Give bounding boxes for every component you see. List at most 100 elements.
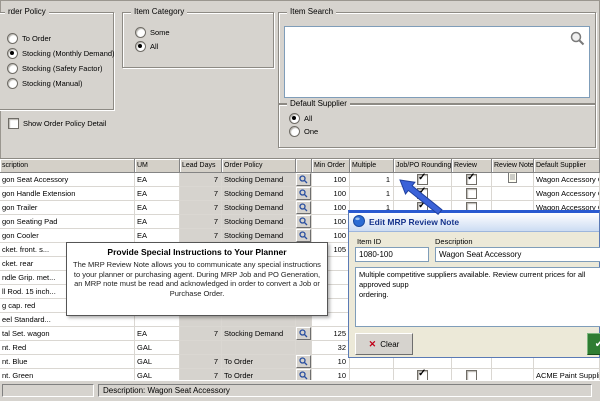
cell-description[interactable]: gon Seating Pad: [0, 215, 135, 228]
cell-lead-days[interactable]: 7: [180, 173, 222, 186]
table-row: gon Handle Extension EA 7 Stocking Demand 10…: [0, 187, 600, 201]
cell-description[interactable]: gon Cooler: [0, 229, 135, 242]
cell-review-note: [492, 173, 534, 186]
cell-order-policy[interactable]: Stocking Demand: [222, 327, 296, 340]
order-policy-radio[interactable]: [7, 33, 18, 44]
clear-button[interactable]: Clear: [355, 333, 413, 355]
review-note-textarea[interactable]: Multiple competitive suppliers available…: [355, 267, 600, 327]
cell-default-supplier[interactable]: Wagon Accessory Company: [534, 173, 600, 186]
cell-multiple[interactable]: 1: [350, 173, 394, 186]
cell-order-policy[interactable]: Stocking Demand: [222, 229, 296, 242]
item-search-input[interactable]: [284, 26, 590, 98]
cell-multiple[interactable]: 1: [350, 187, 394, 200]
dialog-title-text: Edit MRP Review Note: [369, 217, 460, 227]
default-supplier-option[interactable]: All: [289, 113, 312, 124]
cell-description[interactable]: gon Seat Accessory: [0, 173, 135, 186]
cell-um[interactable]: GAL: [135, 341, 180, 354]
item-category-option[interactable]: Some: [135, 27, 170, 38]
grid-header-row: scription UM Lead Days Order Policy Min Orde…: [0, 159, 600, 173]
show-order-policy-detail-row[interactable]: Show Order Policy Detail: [8, 118, 106, 129]
order-policy-radio[interactable]: [7, 63, 18, 74]
order-policy-option[interactable]: Stocking (Monthly Demand): [7, 48, 115, 59]
default-supplier-radio[interactable]: [289, 113, 300, 124]
order-policy-option[interactable]: Stocking (Manual): [7, 78, 82, 89]
order-policy-radio[interactable]: [7, 48, 18, 59]
item-category-radio[interactable]: [135, 41, 146, 52]
cell-lead-days[interactable]: 7: [180, 327, 222, 340]
cell-min-order[interactable]: 10: [312, 355, 350, 368]
cell-um[interactable]: EA: [135, 229, 180, 242]
ok-button-partial[interactable]: [587, 333, 600, 355]
order-policy-group: rder Policy To Order Stocking (Monthly De…: [0, 7, 115, 110]
cell-um[interactable]: EA: [135, 201, 180, 214]
cell-min-order[interactable]: 100: [312, 229, 350, 242]
cell-order-policy[interactable]: Stocking Demand: [222, 173, 296, 186]
search-icon[interactable]: [570, 31, 585, 51]
cell-min-order[interactable]: 100: [312, 173, 350, 186]
cell-um[interactable]: EA: [135, 215, 180, 228]
cell-review-note: [492, 187, 534, 200]
cell-description[interactable]: nt. Red: [0, 341, 135, 354]
cell-order-policy[interactable]: To Order: [222, 355, 296, 368]
default-supplier-group: Default Supplier All One: [278, 99, 596, 148]
cell-description[interactable]: nt. Blue: [0, 355, 135, 368]
order-policy-lookup-button[interactable]: [296, 201, 311, 214]
order-policy-radio[interactable]: [7, 78, 18, 89]
cell-lead-days[interactable]: 7: [180, 187, 222, 200]
item-category-radio[interactable]: [135, 27, 146, 38]
cell-policy-lookup: [296, 355, 312, 368]
default-supplier-label: One: [304, 127, 319, 136]
cell-review: [452, 187, 492, 200]
cell-description[interactable]: gon Handle Extension: [0, 187, 135, 200]
default-supplier-radio[interactable]: [289, 126, 300, 137]
cell-policy-lookup: [296, 229, 312, 242]
order-policy-lookup-button[interactable]: [296, 187, 311, 200]
cell-lead-days[interactable]: 7: [180, 355, 222, 368]
cell-min-order[interactable]: 100: [312, 201, 350, 214]
review-checkbox[interactable]: [466, 173, 477, 185]
item-category-option[interactable]: All: [135, 41, 158, 52]
cell-um[interactable]: EA: [135, 187, 180, 200]
order-policy-lookup-button[interactable]: [296, 215, 311, 228]
column-header: Lead Days: [180, 159, 222, 173]
cell-lead-days[interactable]: [180, 341, 222, 354]
cell-description[interactable]: gon Trailer: [0, 201, 135, 214]
show-order-policy-detail-checkbox[interactable]: [8, 118, 19, 129]
default-supplier-title: Default Supplier: [287, 99, 350, 109]
cell-description[interactable]: tal Set. wagon: [0, 327, 135, 340]
order-policy-lookup-button[interactable]: [296, 229, 311, 242]
cell-min-order[interactable]: 100: [312, 187, 350, 200]
item-id-field[interactable]: [355, 247, 429, 262]
cell-lead-days[interactable]: 7: [180, 215, 222, 228]
item-category-label: Some: [150, 28, 170, 37]
item-category-group: Item Category Some All: [122, 7, 274, 68]
column-header: Review: [452, 159, 492, 173]
review-note-icon[interactable]: [508, 173, 517, 186]
cell-min-order[interactable]: 100: [312, 215, 350, 228]
order-policy-lookup-button[interactable]: [296, 355, 311, 368]
show-order-policy-detail-label: Show Order Policy Detail: [23, 119, 107, 128]
cell-um[interactable]: GAL: [135, 355, 180, 368]
order-policy-option[interactable]: To Order: [7, 33, 51, 44]
cell-min-order[interactable]: 32: [312, 341, 350, 354]
cell-um[interactable]: EA: [135, 327, 180, 340]
order-policy-option[interactable]: Stocking (Safety Factor): [7, 63, 102, 74]
cell-min-order[interactable]: 125: [312, 327, 350, 340]
order-policy-lookup-button[interactable]: [296, 327, 311, 340]
cell-lead-days[interactable]: 7: [180, 201, 222, 214]
cell-order-policy[interactable]: Stocking Demand: [222, 187, 296, 200]
cell-lead-days[interactable]: 7: [180, 229, 222, 242]
order-policy-label: To Order: [22, 34, 52, 43]
description-field[interactable]: [435, 247, 600, 262]
review-checkbox[interactable]: [466, 188, 477, 199]
cell-default-supplier[interactable]: Wagon Accessory Company: [534, 187, 600, 200]
cell-policy-lookup: [296, 173, 312, 186]
cell-order-policy[interactable]: [222, 341, 296, 354]
cell-order-policy[interactable]: Stocking Demand: [222, 215, 296, 228]
cell-um[interactable]: EA: [135, 173, 180, 186]
item-category-title: Item Category: [131, 7, 188, 17]
dialog-icon: [353, 215, 365, 229]
default-supplier-option[interactable]: One: [289, 126, 318, 137]
cell-order-policy[interactable]: Stocking Demand: [222, 201, 296, 214]
order-policy-lookup-button[interactable]: [296, 173, 311, 186]
